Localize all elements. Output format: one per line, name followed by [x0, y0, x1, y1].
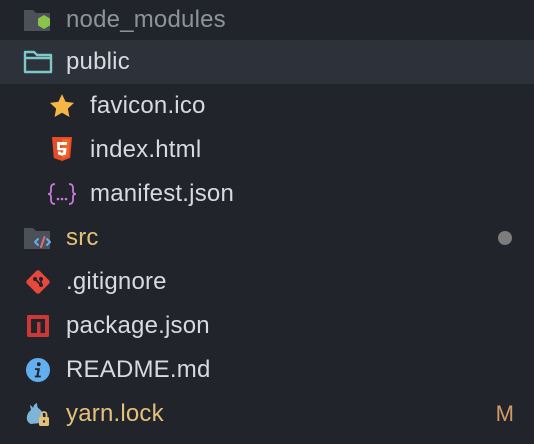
tree-item-label: favicon.ico — [90, 92, 206, 119]
tree-item-readme[interactable]: README.md — [0, 348, 534, 392]
tree-item-label: .gitignore — [66, 268, 167, 295]
tree-item-package-json[interactable]: package.json — [0, 304, 534, 348]
tree-item-index-html[interactable]: index.html — [0, 128, 534, 172]
json-braces-icon — [46, 178, 78, 210]
tree-item-label: node_modules — [66, 6, 226, 33]
folder-open-icon — [22, 46, 54, 78]
info-icon — [22, 354, 54, 386]
modified-dot-icon — [498, 231, 512, 245]
tree-item-label: package.json — [66, 312, 210, 339]
tree-item-node-modules[interactable]: node_modules — [0, 0, 534, 40]
tree-item-label: manifest.json — [90, 180, 234, 207]
git-icon — [22, 266, 54, 298]
node-modules-folder-icon — [22, 4, 54, 36]
file-explorer-tree: node_modules public favicon.ico index.ht… — [0, 0, 534, 444]
tree-item-manifest-json[interactable]: manifest.json — [0, 172, 534, 216]
npm-icon — [22, 310, 54, 342]
html5-icon — [46, 134, 78, 166]
tree-item-label: public — [66, 48, 130, 75]
yarn-lock-icon — [22, 398, 54, 430]
tree-item-label: README.md — [66, 356, 211, 383]
tree-item-favicon[interactable]: favicon.ico — [0, 84, 534, 128]
tree-item-yarn-lock[interactable]: yarn.lock M — [0, 392, 534, 436]
tree-item-label: src — [66, 224, 99, 251]
tree-item-src[interactable]: src — [0, 216, 534, 260]
tree-item-gitignore[interactable]: .gitignore — [0, 260, 534, 304]
star-icon — [46, 90, 78, 122]
git-status-badge: M — [495, 401, 514, 426]
tree-item-label: yarn.lock — [66, 400, 164, 427]
source-folder-icon — [22, 222, 54, 254]
tree-item-label: index.html — [90, 136, 202, 163]
tree-item-public[interactable]: public — [0, 40, 534, 84]
